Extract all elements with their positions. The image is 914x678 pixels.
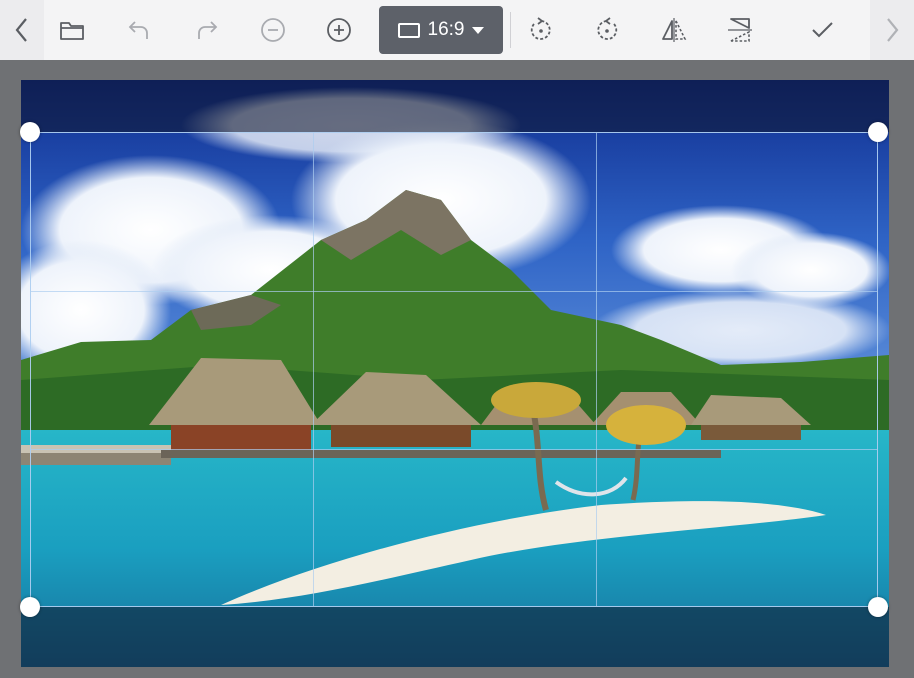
aspect-ratio-label: 16:9 [427,19,465,40]
crop-handle-top-left[interactable] [20,122,40,142]
open-file-button[interactable] [50,8,94,52]
zoom-in-button[interactable] [317,8,361,52]
undo-icon [128,21,148,39]
rotate-left-button[interactable] [519,8,563,52]
zoom-out-icon [261,18,285,42]
caret-down-icon [472,26,485,34]
crop-grid-line [313,133,314,606]
back-button[interactable] [0,0,44,60]
crop-outside-shade-top [21,80,889,132]
rotate-left-icon [530,17,551,40]
crop-grid-line [596,133,597,606]
editor-toolbar: 16:9 [0,0,914,60]
aspect-rectangle-icon [397,22,420,38]
redo-button[interactable] [184,8,228,52]
crop-outside-shade-bottom [21,607,889,667]
zoom-out-button[interactable] [251,8,295,52]
flip-horizontal-button[interactable] [652,8,696,52]
forward-button[interactable] [870,0,914,60]
crop-handle-bottom-left[interactable] [20,597,40,617]
redo-icon [198,21,218,39]
flip-vertical-button[interactable] [718,8,762,52]
crop-handle-bottom-right[interactable] [868,597,888,617]
folder-icon [60,22,84,40]
apply-crop-button[interactable] [800,8,844,52]
flip-horizontal-icon [662,18,687,42]
flip-vertical-icon [728,18,752,42]
crop-grid-line [31,449,877,450]
crop-grid-line [31,291,877,292]
crop-handle-top-right[interactable] [868,122,888,142]
crop-selection-box[interactable] [30,132,878,607]
zoom-in-icon [327,18,351,42]
toolbar-divider [510,12,511,48]
aspect-ratio-dropdown[interactable]: 16:9 [379,6,503,54]
rotate-right-icon [597,17,618,40]
rotate-right-button[interactable] [585,8,629,52]
chevron-right-icon [887,18,899,42]
chevron-left-icon [15,18,27,42]
undo-button[interactable] [118,8,162,52]
checkmark-icon [812,22,833,38]
